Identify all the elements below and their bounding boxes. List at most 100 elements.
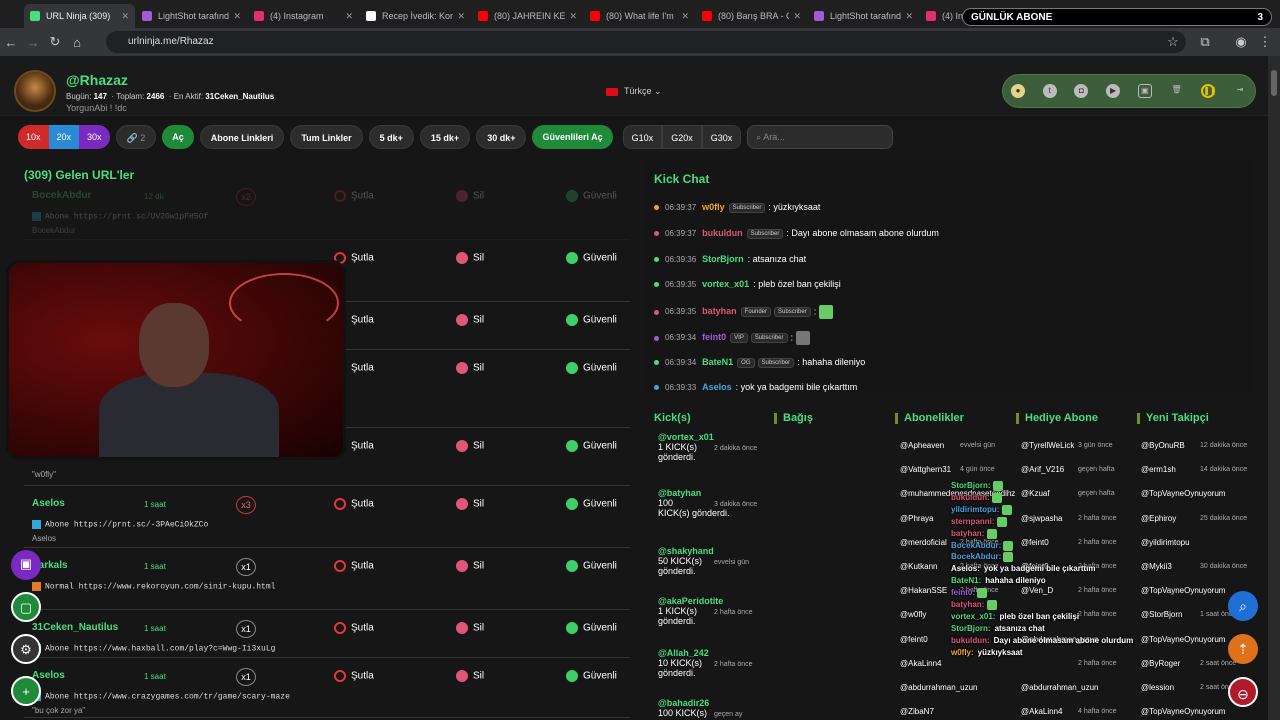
youtube-icon[interactable]: ▶ [1106, 84, 1121, 98]
chat-user[interactable]: vortex_x01 [702, 279, 749, 289]
subs-user[interactable]: @abdurrahman_uzun [900, 683, 978, 692]
row-link[interactable]: Abone https://prnt.sc/-3PAeCiOkZCo [32, 520, 208, 530]
subs-user[interactable]: @Phraya [900, 514, 933, 523]
followers-user[interactable]: @TopVayneOynuyorum [1141, 586, 1225, 595]
sub-links-button[interactable]: Abone Linkleri [199, 125, 285, 149]
kick-icon[interactable]: ▢ [11, 592, 41, 622]
browser-tab[interactable]: (80) What life I'm ✕ [584, 4, 695, 28]
dk5-button[interactable]: 5 dk+ [368, 125, 414, 149]
tab-close-icon[interactable]: ✕ [905, 11, 913, 22]
chat-user[interactable]: bukuldun [702, 228, 743, 238]
ban-button[interactable]: Şutla [334, 622, 374, 634]
followers-user[interactable]: @StorBjorn [1141, 610, 1182, 619]
gifts-user[interactable]: @feint0 [1021, 538, 1049, 547]
followers-user[interactable]: @TopVayneOynuyorum [1141, 489, 1225, 498]
logout-icon[interactable]: ⇥ [1233, 84, 1247, 98]
chat-user[interactable]: feint0 [702, 332, 726, 342]
gifts-user[interactable]: @sjwpasha [1021, 514, 1062, 523]
safe-button[interactable]: Güvenli [566, 314, 617, 326]
back-icon[interactable]: ← [0, 35, 22, 50]
settings-icon[interactable]: ⚙ [11, 634, 41, 664]
profile-icon[interactable]: ◉ [1230, 34, 1252, 50]
page-scrollbar[interactable] [1268, 56, 1280, 720]
ban-button[interactable]: Şutla [334, 498, 374, 510]
kick-user[interactable]: @Allah_242 [658, 648, 768, 658]
row-link[interactable]: Abone https://www.haxball.com/play?c=Wwg… [32, 644, 275, 654]
ban-button[interactable]: Şutla [334, 190, 374, 202]
chat-user[interactable]: w0fly [702, 202, 725, 212]
tab-close-icon[interactable]: ✕ [793, 11, 801, 22]
ban-button[interactable]: Şutla [334, 560, 374, 572]
delete-button[interactable]: Sil [456, 252, 484, 264]
kick-user[interactable]: @akaPeridotite [658, 596, 768, 606]
delete-button[interactable]: Sil [456, 362, 484, 374]
subs-user[interactable]: @merdoficial [900, 538, 947, 547]
search-input[interactable]: ⌕ Ara... [747, 125, 894, 149]
row-user[interactable]: Aselos [32, 498, 65, 509]
row-link[interactable]: Normal https://www.rekoroyun.com/sinir-k… [32, 582, 275, 592]
g20-button[interactable]: G20x [662, 125, 702, 149]
add-user-icon[interactable]: + [11, 676, 41, 706]
gifts-user[interactable]: @Kzuaf [1021, 489, 1050, 498]
chat-user[interactable]: Aselos [702, 382, 732, 392]
dk30-button[interactable]: 30 dk+ [476, 125, 527, 149]
subs-user[interactable]: @feint0 [900, 635, 928, 644]
browser-tab[interactable]: (80) JAHREIN KEN ✕ [472, 4, 583, 28]
forward-icon[interactable]: → [22, 35, 44, 50]
chat-user[interactable]: StorBjorn [702, 254, 744, 264]
ban-button[interactable]: Şutla [334, 670, 374, 682]
extensions-icon[interactable]: ⧉ [1194, 34, 1216, 50]
subs-user[interactable]: @w0fly [900, 610, 926, 619]
user-remove-icon[interactable]: ⊖ [1228, 677, 1258, 707]
row-user[interactable]: Aselos [32, 670, 65, 681]
chat-user[interactable]: BateN1 [702, 357, 733, 367]
subs-user[interactable]: @Kutkann [900, 562, 937, 571]
row-user[interactable]: BocekAbdur [32, 190, 91, 201]
subs-user[interactable]: @HakanSSE [900, 586, 947, 595]
box-icon[interactable]: ▣ [1137, 84, 1152, 98]
delete-button[interactable]: Sil [456, 670, 484, 682]
delete-button[interactable]: Sil [456, 314, 484, 326]
delete-button[interactable]: Sil [456, 190, 484, 202]
all-links-button[interactable]: Tum Linkler [290, 125, 363, 149]
subs-user[interactable]: @ZibaN7 [900, 707, 934, 716]
delete-button[interactable]: Sil [456, 498, 484, 510]
delete-button[interactable]: Sil [456, 622, 484, 634]
tab-close-icon[interactable]: ✕ [121, 11, 129, 22]
followers-user[interactable]: @ByRoger [1141, 659, 1180, 668]
g10-button[interactable]: G10x [622, 125, 663, 149]
browser-tab[interactable]: (4) Instagram ✕ [248, 4, 359, 28]
tab-close-icon[interactable]: ✕ [233, 11, 241, 22]
twitter-icon[interactable]: t [1042, 84, 1057, 98]
followers-user[interactable]: @TopVayneOynuyorum [1141, 707, 1225, 716]
x20-button[interactable]: 20x [48, 125, 80, 149]
gifts-user[interactable]: @Arif_V216 [1021, 465, 1064, 474]
address-bar[interactable]: urlninja.me/Rhazaz [106, 31, 1186, 53]
kick-user[interactable]: @vortex_x01 [658, 432, 768, 442]
safe-button[interactable]: Güvenli [566, 560, 617, 572]
browser-tab[interactable]: (80) Barış BRA - G ✕ [696, 4, 807, 28]
g30-button[interactable]: G30x [701, 125, 742, 149]
safe-button[interactable]: Güvenli [566, 362, 617, 374]
subs-user[interactable]: @Vattghern31 [900, 465, 951, 474]
followers-user[interactable]: @ByOnuRB [1141, 441, 1185, 450]
followers-user[interactable]: @Ephiroy [1141, 514, 1176, 523]
followers-user[interactable]: @Mykii3 [1141, 562, 1172, 571]
row-link[interactable]: Abone https://prnt.sc/UV2Gw1pFH5Of [32, 212, 208, 222]
browser-tab[interactable]: URL Ninja (309) ✕ [24, 4, 135, 28]
safe-button[interactable]: Güvenli [566, 670, 617, 682]
menu-icon[interactable]: ⋮ [1254, 34, 1276, 50]
link-count-input[interactable]: 🔗 2 [115, 125, 157, 149]
tab-close-icon[interactable]: ✕ [345, 11, 353, 22]
delete-button[interactable]: Sil [456, 440, 484, 452]
followers-user[interactable]: @erm1sh [1141, 465, 1176, 474]
subs-user[interactable]: @AkaLinn4 [900, 659, 941, 668]
x10-button[interactable]: 10x [18, 125, 49, 149]
row-user[interactable]: 31Ceken_Nautilus [32, 622, 118, 633]
kick-user[interactable]: @shakyhand [658, 546, 768, 556]
followers-user[interactable]: @yildirimtopu [1141, 538, 1190, 547]
twitch-icon[interactable]: ▣ [11, 550, 41, 580]
kick-user[interactable]: @batyhan [658, 488, 768, 498]
browser-tab[interactable]: LightShot tarafından✕ [136, 4, 247, 28]
dk15-button[interactable]: 15 dk+ [419, 125, 471, 149]
